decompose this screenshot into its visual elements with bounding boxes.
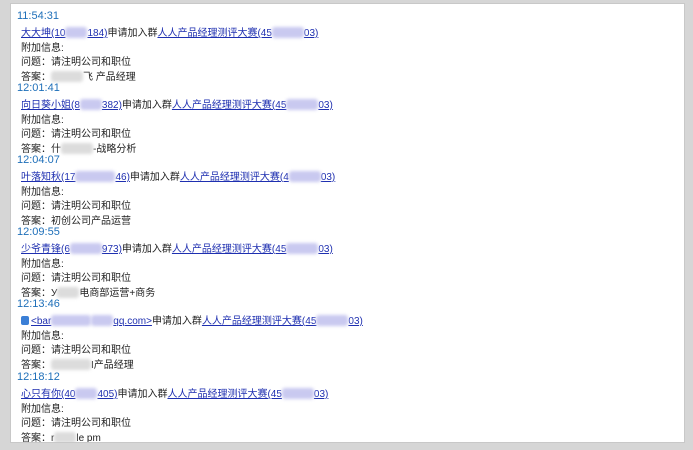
request-time: 12:01:41 [17, 82, 60, 94]
redacted-blur [65, 27, 88, 38]
action-text: 申请加入群 [121, 244, 172, 255]
question-text: 问题：请注明公司和职位 [21, 201, 131, 212]
request-line: 向日葵小姐(8 382)申请加入群人人产品经理测评大赛(45 03) [21, 99, 333, 112]
request-line: 叶落知秋(17 46)申请加入群人人产品经理测评大赛(4 03) [21, 171, 335, 184]
extra-info-label: 附加信息: [21, 331, 64, 342]
extra-info-label: 附加信息: [21, 187, 64, 198]
question-text: 问题：请注明公司和职位 [21, 418, 131, 429]
question-text: 问题：请注明公司和职位 [21, 273, 131, 284]
redacted-blur [316, 315, 349, 326]
redacted-blur [286, 243, 319, 254]
group-request-log: 11:54:31 大大坤(10 184)申请加入群人人产品经理测评大赛(45 03)… [10, 3, 685, 443]
user-link[interactable]: 心只有你(40 405) [21, 388, 117, 400]
user-link[interactable]: <bar qq.com> [31, 315, 152, 327]
request-time: 12:13:46 [17, 298, 60, 310]
extra-info-label: 附加信息: [21, 115, 64, 126]
question-text: 问题：请注明公司和职位 [21, 57, 131, 68]
user-link[interactable]: 少爷青锋(6 973) [21, 243, 122, 255]
request-line: 心只有你(40 405)申请加入群人人产品经理测评大赛(45 03) [21, 388, 328, 401]
action-text: 申请加入群 [117, 389, 168, 400]
user-link[interactable]: 大大坤(10 184) [21, 27, 107, 39]
redacted-blur [75, 388, 98, 399]
redacted-blur [75, 171, 116, 182]
redacted-blur [69, 243, 102, 254]
request-time: 12:04:07 [17, 154, 60, 166]
redacted-blur [54, 432, 77, 442]
user-link[interactable]: 叶落知秋(17 46) [21, 171, 130, 183]
user-avatar-icon [21, 316, 29, 325]
question-text: 问题：请注明公司和职位 [21, 129, 131, 140]
request-line: 大大坤(10 184)申请加入群人人产品经理测评大赛(45 03) [21, 27, 318, 40]
redacted-blur [57, 287, 80, 298]
group-link[interactable]: 人人产品经理测评大赛(45 03) [167, 388, 328, 400]
redacted-blur [91, 315, 114, 326]
action-text: 申请加入群 [129, 172, 180, 183]
action-text: 申请加入群 [151, 316, 202, 327]
request-time: 11:54:31 [17, 10, 60, 22]
group-link[interactable]: 人人产品经理测评大赛(45 03) [172, 243, 333, 255]
redacted-blur [51, 359, 91, 370]
group-link[interactable]: 人人产品经理测评大赛(4 03) [180, 171, 335, 183]
redacted-blur [281, 388, 314, 399]
request-time: 12:09:55 [17, 226, 60, 238]
group-link[interactable]: 人人产品经理测评大赛(45 03) [172, 99, 333, 111]
redacted-blur [51, 315, 92, 326]
extra-info-label: 附加信息: [21, 259, 64, 270]
redacted-blur [51, 71, 83, 82]
group-link[interactable]: 人人产品经理测评大赛(45 03) [202, 315, 363, 327]
extra-info-label: 附加信息: [21, 404, 64, 415]
redacted-blur [271, 27, 304, 38]
redacted-blur [286, 99, 319, 110]
request-time: 12:18:12 [17, 371, 60, 383]
action-text: 申请加入群 [107, 28, 158, 39]
redacted-blur [61, 143, 93, 154]
redacted-blur [79, 99, 102, 110]
redacted-blur [288, 171, 321, 182]
extra-info-label: 附加信息: [21, 43, 64, 54]
request-line: <bar qq.com>申请加入群人人产品经理测评大赛(45 03) [21, 315, 363, 328]
group-link[interactable]: 人人产品经理测评大赛(45 03) [157, 27, 318, 39]
user-link[interactable]: 向日葵小姐(8 382) [21, 99, 122, 111]
request-line: 少爷青锋(6 973)申请加入群人人产品经理测评大赛(45 03) [21, 243, 333, 256]
action-text: 申请加入群 [121, 100, 172, 111]
question-text: 问题：请注明公司和职位 [21, 345, 131, 356]
answer-text: 答案：r le pm [21, 432, 101, 443]
